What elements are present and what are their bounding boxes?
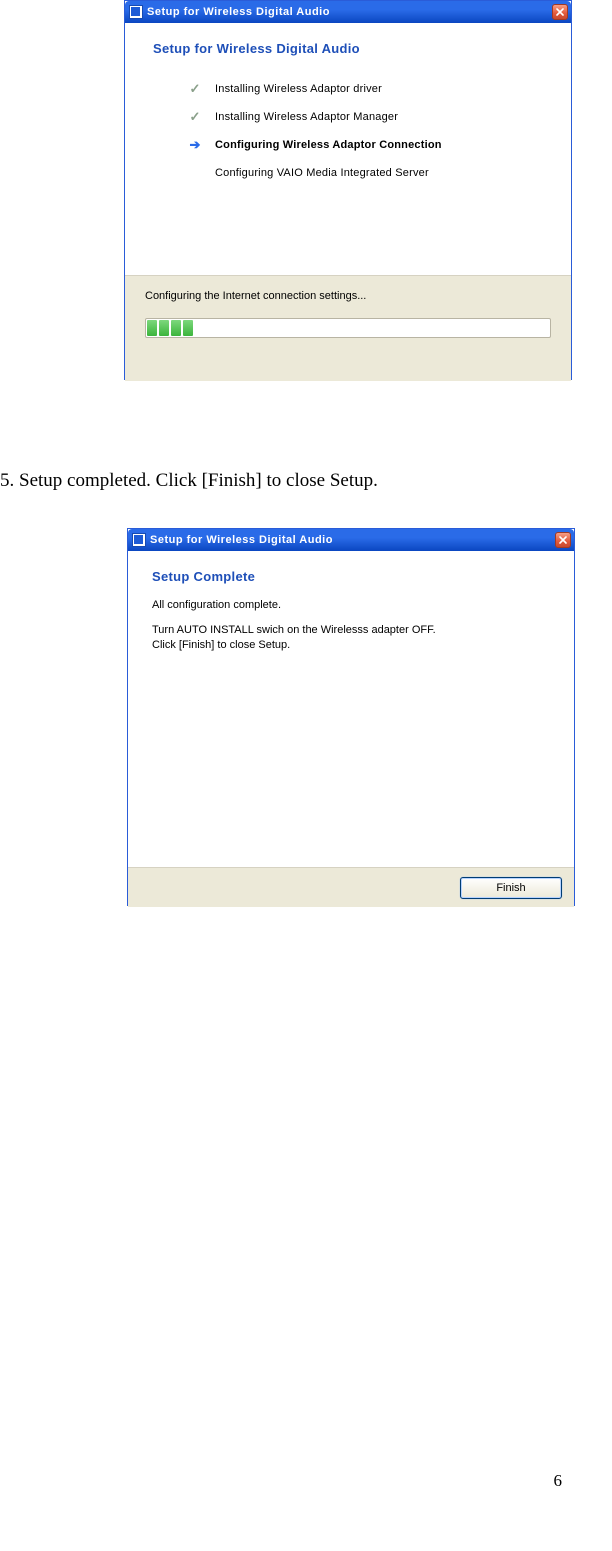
window-title: Setup for Wireless Digital Audio [147,6,330,18]
titlebar[interactable]: Setup for Wireless Digital Audio [125,1,571,23]
instruction-text: 5. Setup completed. Click [Finish] to cl… [0,470,378,492]
dialog-body: Setup for Wireless Digital Audio ✓ Insta… [125,23,571,381]
checkmark-icon: ✓ [187,82,203,96]
app-icon [129,5,143,19]
app-icon [132,533,146,547]
page-number: 6 [0,1471,562,1491]
dialog-footer: Finish [128,867,574,907]
step-item: ✓ Installing Wireless Adaptor driver [187,82,571,96]
close-icon [556,8,564,16]
close-button[interactable] [555,532,571,548]
text-line: Turn AUTO INSTALL swich on the Wirelesss… [152,623,550,638]
empty-icon [187,166,203,180]
arrow-icon: ➔ [187,138,203,152]
close-icon [559,536,567,544]
step-list: ✓ Installing Wireless Adaptor driver ✓ I… [187,64,571,180]
setup-complete-dialog: Setup for Wireless Digital Audio Setup C… [127,528,575,906]
step-label: Installing Wireless Adaptor Manager [215,111,398,123]
text-line: All configuration complete. [152,598,550,613]
step-item: Configuring VAIO Media Integrated Server [187,166,571,180]
step-item: ✓ Installing Wireless Adaptor Manager [187,110,571,124]
progress-segment [147,320,157,336]
dialog-heading: Setup for Wireless Digital Audio [125,23,571,64]
document-page: Setup for Wireless Digital Audio Setup f… [0,0,612,1551]
text-line: Click [Finish] to close Setup. [152,638,550,653]
progress-segment [171,320,181,336]
step-label: Configuring VAIO Media Integrated Server [215,167,429,179]
titlebar[interactable]: Setup for Wireless Digital Audio [128,529,574,551]
setup-progress-dialog: Setup for Wireless Digital Audio Setup f… [124,0,572,380]
step-item-current: ➔ Configuring Wireless Adaptor Connectio… [187,138,571,152]
progress-segment [183,320,193,336]
step-label: Installing Wireless Adaptor driver [215,83,382,95]
status-text: Configuring the Internet connection sett… [145,290,551,302]
step-label: Configuring Wireless Adaptor Connection [215,139,442,151]
progress-bar [145,318,551,338]
dialog-text: All configuration complete. Turn AUTO IN… [128,590,574,653]
dialog-footer-panel: Configuring the Internet connection sett… [125,275,571,381]
close-button[interactable] [552,4,568,20]
finish-button[interactable]: Finish [460,877,562,899]
checkmark-icon: ✓ [187,110,203,124]
window-title: Setup for Wireless Digital Audio [150,534,333,546]
dialog-body: Setup Complete All configuration complet… [128,551,574,907]
dialog-heading: Setup Complete [128,551,574,590]
progress-segment [159,320,169,336]
